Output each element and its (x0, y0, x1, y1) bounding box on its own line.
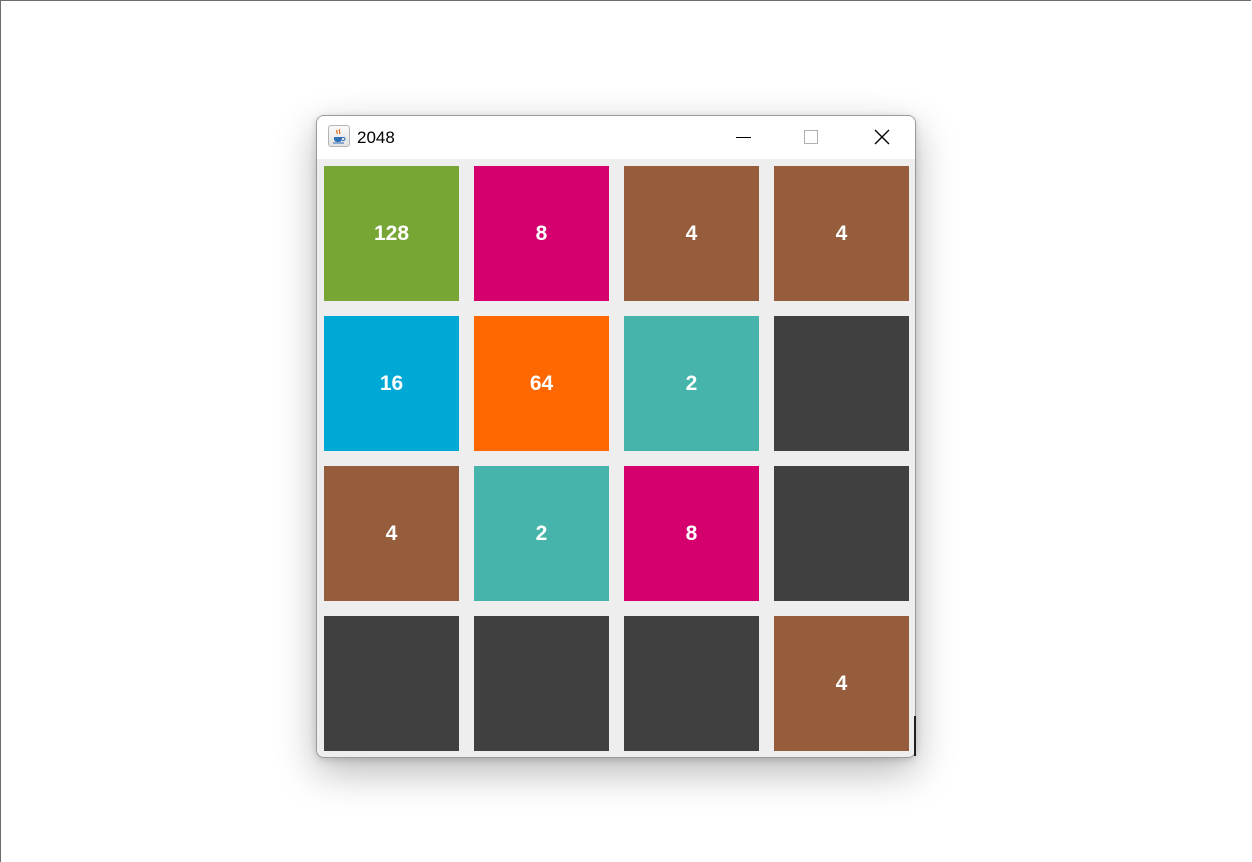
tile-8: 8 (474, 166, 609, 301)
empty-cell (474, 616, 609, 751)
empty-cell (624, 616, 759, 751)
title-bar[interactable]: 2048 (317, 116, 915, 159)
minimize-button[interactable] (719, 116, 765, 159)
tile-64: 64 (474, 316, 609, 451)
window-title: 2048 (357, 128, 395, 147)
close-icon (874, 129, 890, 145)
tile-4: 4 (624, 166, 759, 301)
game-board[interactable]: 128 8 4 4 16 64 2 4 2 8 4 (317, 159, 915, 757)
tile-2: 2 (474, 466, 609, 601)
tile-4: 4 (774, 166, 909, 301)
tile-4: 4 (774, 616, 909, 751)
maximize-button[interactable] (788, 116, 834, 159)
empty-cell (774, 316, 909, 451)
tile-2: 2 (624, 316, 759, 451)
tile-4: 4 (324, 466, 459, 601)
minimize-icon (736, 137, 751, 138)
tile-16: 16 (324, 316, 459, 451)
empty-cell (324, 616, 459, 751)
close-button[interactable] (858, 116, 904, 159)
empty-cell (774, 466, 909, 601)
tile-8: 8 (624, 466, 759, 601)
maximize-icon (804, 130, 818, 144)
java-coffee-cup-icon[interactable] (328, 125, 350, 147)
window-edge-artifact (914, 716, 916, 756)
game-window: 2048 128 8 4 4 16 64 2 4 2 8 4 (316, 115, 916, 758)
tile-128: 128 (324, 166, 459, 301)
